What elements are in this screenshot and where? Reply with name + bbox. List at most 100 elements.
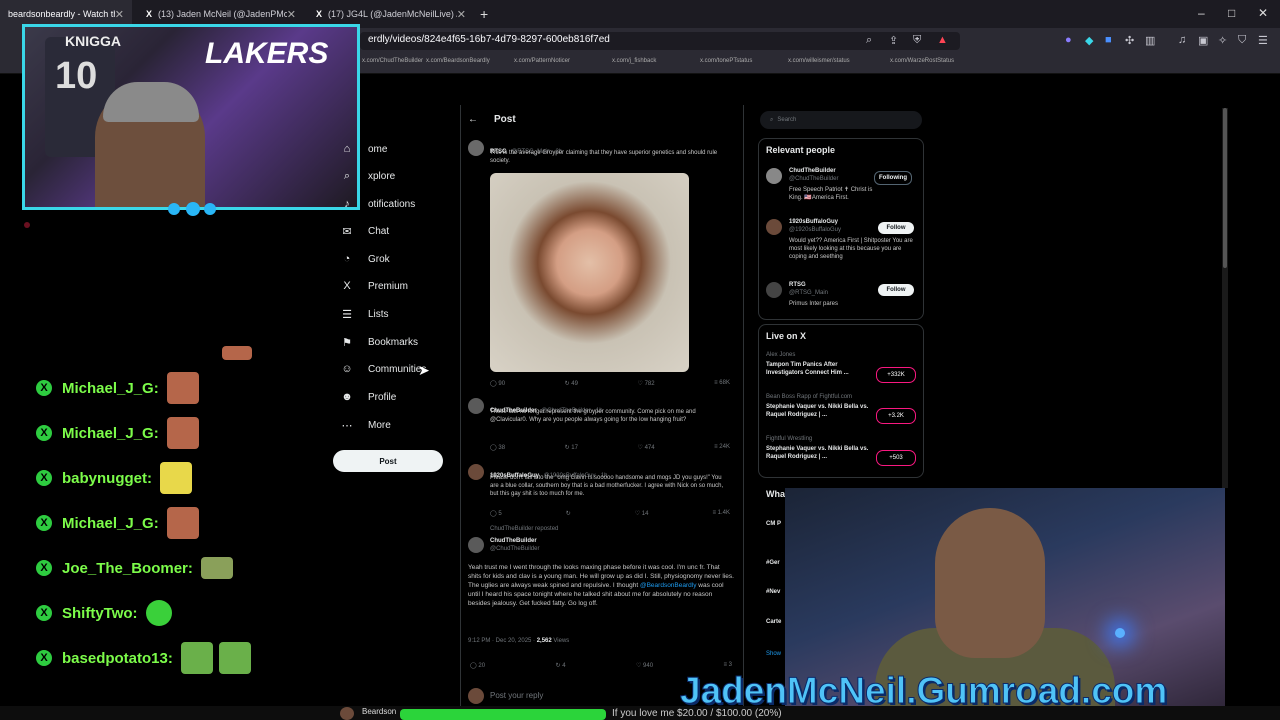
avatar[interactable] bbox=[468, 537, 484, 553]
chat-message: X basedpotato13: bbox=[36, 642, 251, 674]
bookmark-item[interactable]: x.com/WarzeRostStatus bbox=[890, 58, 954, 64]
extension-icon[interactable]: ■ bbox=[1105, 34, 1112, 46]
maximize-button[interactable]: □ bbox=[1228, 6, 1235, 20]
nav-grok[interactable]: ◔ Grok bbox=[340, 248, 390, 270]
chat-username[interactable]: Michael_J_G: bbox=[62, 380, 159, 397]
post-button[interactable]: Post bbox=[333, 450, 443, 472]
trend-item[interactable]: #Ger bbox=[766, 560, 780, 566]
nav-home[interactable]: ⌂ ome bbox=[340, 138, 388, 160]
scrollbar[interactable] bbox=[1222, 108, 1228, 488]
alert-icon[interactable]: ▲ bbox=[937, 34, 948, 46]
bell-icon: ♪ bbox=[344, 198, 350, 210]
person-name[interactable]: ChudTheBuilder bbox=[789, 168, 836, 174]
bookmark-item[interactable]: x.com/BeardsonBeardly bbox=[426, 58, 490, 64]
reply-action[interactable]: ◯ 5 bbox=[490, 510, 502, 517]
share-icon[interactable]: ⇪ bbox=[889, 34, 898, 47]
show-more-link[interactable]: Show bbox=[766, 651, 781, 657]
puzzle-icon[interactable]: ✣ bbox=[1125, 34, 1134, 47]
trend-item[interactable]: #Nev bbox=[766, 589, 780, 595]
live-title[interactable]: Tampon Tim Panics After Investigators Co… bbox=[766, 361, 870, 377]
reply-input[interactable]: Post your reply bbox=[490, 691, 543, 700]
nav-bookmarks[interactable]: ⚑ Bookmarks bbox=[340, 331, 418, 353]
reply-action[interactable]: ◯ 20 bbox=[470, 662, 485, 669]
trend-item[interactable]: CM P bbox=[766, 521, 781, 527]
bookmark-item[interactable]: x.com/tonePTstatus bbox=[700, 58, 752, 64]
like-action[interactable]: ♡ 474 bbox=[638, 444, 655, 451]
chat-username[interactable]: basedpotato13: bbox=[62, 650, 173, 667]
trend-item[interactable]: Carte bbox=[766, 619, 781, 625]
url-text[interactable]: erdly/videos/824e4f65-16b7-4d79-8297-600… bbox=[368, 34, 610, 45]
like-action[interactable]: ♡ 14 bbox=[635, 510, 649, 517]
sparkle-icon[interactable]: ✧ bbox=[1218, 34, 1227, 47]
views-action[interactable]: ≡ 1.4K bbox=[712, 510, 730, 517]
nav-more[interactable]: ⋯ More bbox=[340, 414, 391, 436]
follow-button[interactable]: Follow bbox=[878, 222, 914, 234]
chat-partial-row bbox=[60, 341, 210, 351]
chat-username[interactable]: Joe_The_Boomer: bbox=[62, 560, 193, 577]
bookmark-item[interactable]: x.com/j_fishback bbox=[612, 58, 656, 64]
post-image[interactable] bbox=[490, 173, 689, 372]
live-count[interactable]: +3.2K bbox=[876, 408, 916, 424]
avatar[interactable] bbox=[468, 140, 484, 156]
shield-icon[interactable]: ⛉ bbox=[1238, 34, 1246, 47]
chat-username[interactable]: babynugget: bbox=[62, 470, 152, 487]
chat-username[interactable]: Michael_J_G: bbox=[62, 425, 159, 442]
live-title[interactable]: Stephanie Vaquer vs. Nikki Bella vs. Raq… bbox=[766, 403, 870, 419]
pip-icon[interactable]: ▣ bbox=[1198, 34, 1208, 47]
music-icon[interactable]: ♫ bbox=[1178, 34, 1186, 46]
live-host: Fightful Wrestling bbox=[766, 436, 813, 442]
nav-explore[interactable]: ⌕ xplore bbox=[340, 165, 395, 187]
like-action[interactable]: ♡ 782 bbox=[638, 380, 655, 387]
extension-icon[interactable]: ● bbox=[1065, 34, 1072, 46]
close-tab-icon[interactable]: ✕ bbox=[457, 8, 466, 21]
repost-action[interactable]: ↻ 17 bbox=[565, 444, 578, 451]
bookmark-action[interactable]: ≡ 3 bbox=[723, 662, 732, 669]
extension-icon[interactable]: ◆ bbox=[1085, 34, 1093, 47]
person-name[interactable]: 1920sBuffaloGuy bbox=[789, 219, 838, 225]
following-button[interactable]: Following bbox=[874, 171, 912, 185]
nav-chat[interactable]: ✉ Chat bbox=[340, 220, 389, 242]
reply-action[interactable]: ◯ 38 bbox=[490, 444, 505, 451]
avatar[interactable] bbox=[766, 282, 782, 298]
live-title[interactable]: Stephanie Vaquer vs. Nikki Bella vs. Raq… bbox=[766, 445, 870, 461]
live-count[interactable]: +503 bbox=[876, 450, 916, 466]
search-input[interactable]: ⌕ Search bbox=[760, 111, 922, 129]
close-tab-icon[interactable]: ✕ bbox=[115, 8, 124, 21]
bookmark-item[interactable]: x.com/willeismer/status bbox=[788, 58, 850, 64]
nav-premium[interactable]: X Premium bbox=[340, 275, 408, 297]
close-tab-icon[interactable]: ✕ bbox=[287, 8, 296, 21]
views-action[interactable]: ≡ 68K bbox=[714, 380, 730, 387]
chat-username[interactable]: Michael_J_G: bbox=[62, 515, 159, 532]
nav-notifications[interactable]: ♪ otifications bbox=[340, 193, 415, 215]
avatar[interactable] bbox=[766, 219, 782, 235]
shield-icon[interactable]: ⛨ bbox=[913, 34, 921, 47]
mention-link[interactable]: @BeardsonBeardly bbox=[640, 582, 696, 589]
views-action[interactable]: ≡ 24K bbox=[714, 444, 730, 451]
follow-button[interactable]: Follow bbox=[878, 284, 914, 296]
back-arrow-icon[interactable]: ← bbox=[468, 114, 478, 125]
zoom-icon[interactable]: ⌕ bbox=[866, 34, 872, 47]
live-count[interactable]: +332K bbox=[876, 367, 916, 383]
nav-communities[interactable]: ☺ Communities bbox=[340, 358, 426, 380]
like-action[interactable]: ♡ 940 bbox=[636, 662, 653, 669]
author-name[interactable]: ChudTheBuilder bbox=[490, 538, 537, 544]
repost-action[interactable]: ↻ 4 bbox=[556, 662, 566, 669]
person-name[interactable]: RTSG bbox=[789, 282, 806, 288]
chat-username[interactable]: ShiftyTwo: bbox=[62, 605, 138, 622]
repost-action[interactable]: ↻ bbox=[566, 510, 571, 517]
close-window-button[interactable]: ✕ bbox=[1258, 6, 1268, 20]
nav-lists[interactable]: ☰ Lists bbox=[340, 303, 389, 325]
reply-action[interactable]: ◯ 90 bbox=[490, 380, 505, 387]
repost-action[interactable]: ↻ 49 bbox=[565, 380, 578, 387]
new-tab-button[interactable]: + bbox=[480, 6, 488, 22]
sidebar-icon[interactable]: ▥ bbox=[1145, 34, 1155, 47]
bookmark-item[interactable]: x.com/PatternNoticer bbox=[514, 58, 570, 64]
avatar[interactable] bbox=[766, 168, 782, 184]
bookmark-item[interactable]: x.com/ChudTheBuilder bbox=[362, 58, 423, 64]
menu-icon[interactable]: ☰ bbox=[1258, 34, 1268, 47]
tab-label: beardsonbeardly - Watch the bbox=[8, 9, 115, 19]
avatar[interactable] bbox=[468, 398, 484, 414]
avatar[interactable] bbox=[468, 464, 484, 480]
nav-profile[interactable]: ☻ Profile bbox=[340, 386, 396, 408]
minimize-button[interactable]: – bbox=[1198, 6, 1205, 20]
